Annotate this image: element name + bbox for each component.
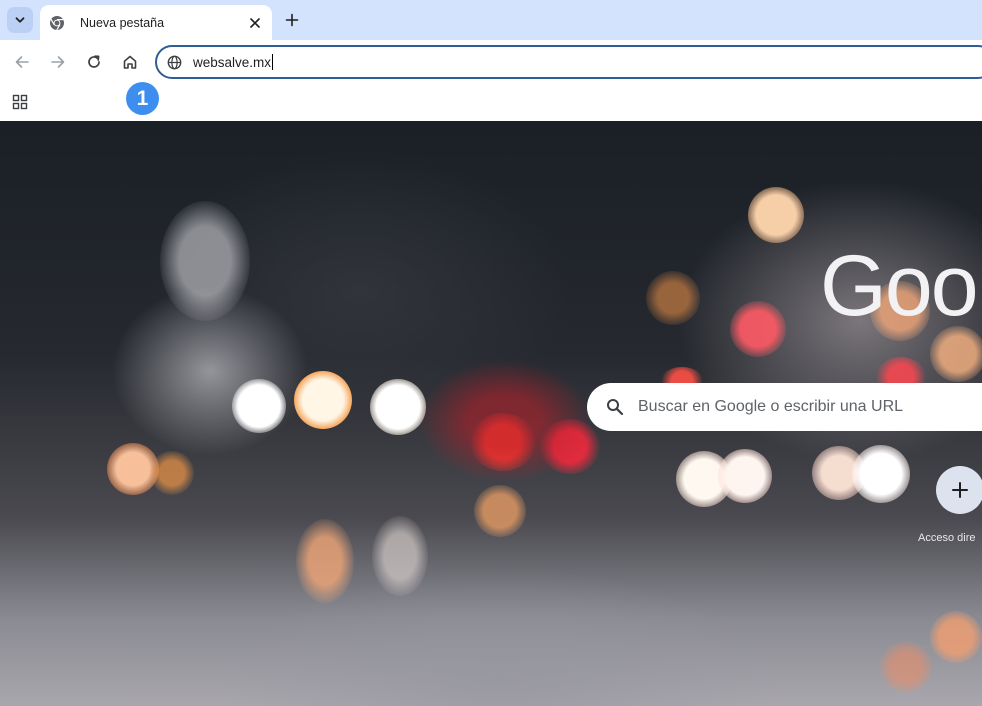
home-icon (123, 55, 137, 69)
tab-title: Nueva pestaña (80, 15, 165, 30)
bokeh-light (930, 326, 982, 382)
address-bar[interactable]: websalve.mx (155, 45, 982, 79)
toolbar: websalve.mx (0, 40, 982, 84)
tab-strip: Nueva pestaña (0, 0, 982, 40)
address-bar-input[interactable]: websalve.mx (193, 54, 274, 70)
chrome-icon (49, 15, 65, 31)
tab-search-button[interactable] (7, 7, 33, 33)
bokeh-light (296, 519, 354, 603)
site-info-button[interactable] (165, 53, 183, 71)
text-caret (272, 54, 274, 70)
search-icon (605, 397, 625, 417)
bokeh-light (646, 271, 700, 325)
plus-icon (285, 13, 299, 27)
bokeh-light (232, 379, 286, 433)
bokeh-light (474, 485, 526, 537)
bokeh-light (420, 361, 590, 481)
step-number-badge: 1 (126, 82, 159, 115)
reload-icon (88, 55, 100, 68)
apps-button[interactable] (8, 90, 32, 114)
ntp-search-box[interactable]: Buscar en Google o escribir una URL (587, 383, 982, 431)
globe-icon (167, 55, 181, 69)
arrow-left-icon (15, 56, 29, 68)
bokeh-light (150, 451, 194, 495)
reload-button[interactable] (80, 48, 108, 76)
tab-new-tab[interactable]: Nueva pestaña (40, 5, 272, 40)
bokeh-light (718, 449, 772, 503)
bokeh-light (294, 371, 352, 429)
plus-icon (952, 482, 968, 498)
home-button[interactable] (116, 48, 144, 76)
apps-grid-icon (12, 94, 28, 110)
chevron-down-icon (15, 17, 25, 23)
bokeh-light (930, 611, 982, 663)
bokeh-light (880, 641, 932, 693)
bokeh-light (852, 445, 910, 503)
bokeh-light (160, 201, 250, 321)
bokeh-light (370, 379, 426, 435)
bokeh-light (730, 301, 786, 357)
bokeh-light (372, 516, 428, 596)
google-logo: Goo (820, 238, 979, 334)
add-shortcut-label: Acceso dire (918, 532, 976, 544)
back-button[interactable] (8, 48, 36, 76)
forward-button[interactable] (44, 48, 72, 76)
close-icon (250, 17, 260, 28)
new-tab-page-background: Goo Buscar en Google o escribir una URL … (0, 121, 982, 706)
arrow-right-icon (51, 56, 65, 68)
address-bar-text: websalve.mx (193, 54, 272, 70)
ntp-search-placeholder: Buscar en Google o escribir una URL (638, 398, 904, 415)
tab-close-button[interactable] (245, 13, 265, 33)
bokeh-light (748, 187, 804, 243)
new-tab-button[interactable] (280, 8, 304, 32)
add-shortcut-button[interactable] (936, 466, 982, 514)
